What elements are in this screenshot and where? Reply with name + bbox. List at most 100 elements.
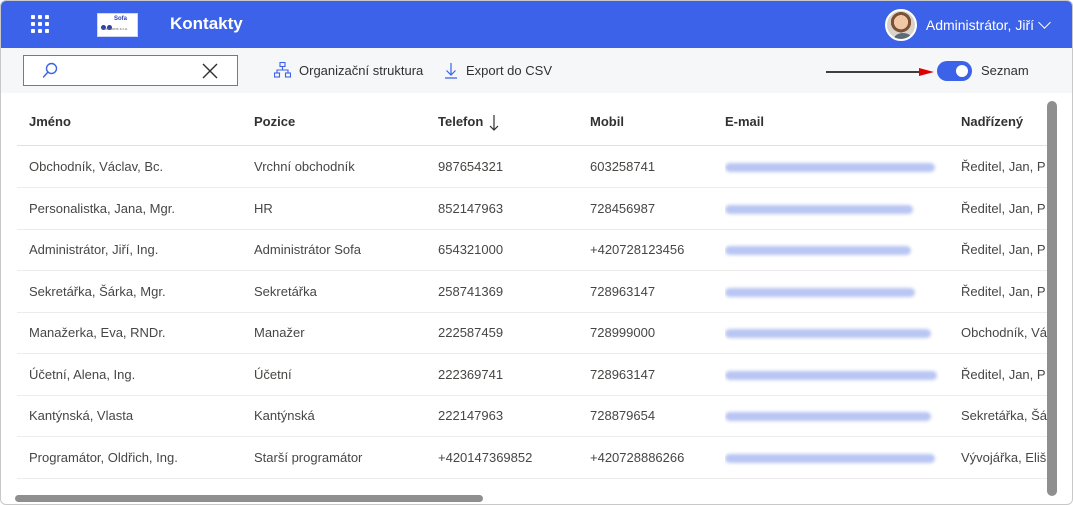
cell-phone: 222147963 <box>438 408 504 423</box>
cell-name: Sekretářka, Šárka, Mgr. <box>29 283 166 299</box>
search-box[interactable] <box>23 55 238 86</box>
horizontal-scrollbar[interactable] <box>15 495 483 502</box>
search-input[interactable] <box>68 60 208 82</box>
cell-manager: Sekretářka, Šá <box>961 408 1047 423</box>
cell-name: Účetní, Alena, Ing. <box>29 366 136 382</box>
column-header-manager[interactable]: Nadřízený <box>961 99 1047 145</box>
app-launcher-icon[interactable] <box>31 15 49 33</box>
cell-position: Manažer <box>254 325 305 340</box>
cell-phone: +420147369852 <box>438 449 533 465</box>
cell-email[interactable] <box>725 146 955 187</box>
cell-phone: 654321000 <box>438 242 504 257</box>
cell-phone: 222587459 <box>438 325 504 340</box>
table-row[interactable]: Administrátor, Jiří, Ing. Administrátor S… <box>17 229 1047 271</box>
email-link-redacted[interactable] <box>725 163 935 173</box>
cell-manager: Vývojářka, Eliš <box>961 449 1047 465</box>
cell-manager: Ředitel, Jan, P <box>961 159 1046 174</box>
table-row[interactable]: Účetní, Alena, Ing. Účetní 222369741 728963… <box>17 354 1047 396</box>
user-name[interactable]: Administrátor, Jiří <box>926 17 1034 33</box>
cell-phone: 258741369 <box>438 283 504 299</box>
user-menu[interactable]: Administrátor, Jiří <box>884 9 1051 41</box>
column-header-email[interactable]: E-mail <box>725 99 955 145</box>
cell-phone: 852147963 <box>438 200 504 216</box>
cell-mobile: 603258741 <box>590 159 656 174</box>
logo-text-top: Sofa <box>114 16 128 22</box>
cell-mobile: 728963147 <box>590 366 656 382</box>
table-header-row: Jméno Pozice Telefon Mobil E-mail Nadříz… <box>17 99 1047 146</box>
app-window: Sofa Solutions s.r.o. Kontakty Administr… <box>0 0 1073 505</box>
email-link-redacted[interactable] <box>725 329 931 339</box>
cell-name: Programátor, Oldřich, Ing. <box>29 449 178 465</box>
sort-descending-icon[interactable] <box>489 114 499 132</box>
email-link-redacted[interactable] <box>725 204 913 214</box>
table-row[interactable]: Sekretářka, Šárka, Mgr. Sekretářka 2587413… <box>17 271 1047 313</box>
email-link-redacted[interactable] <box>725 412 931 422</box>
column-header-mobile[interactable]: Mobil <box>590 99 720 145</box>
table-row[interactable]: Obchodník, Václav, Bc. Vrchní obchodník 98… <box>17 146 1047 188</box>
cell-phone: 987654321 <box>438 159 504 174</box>
table-row[interactable]: Kantýnská, Vlasta Kantýnská 222147963 72887… <box>17 395 1047 437</box>
cell-manager: Ředitel, Jan, P <box>961 242 1046 257</box>
toolbar: Organizační struktura Export do CSV Sezn… <box>1 48 1072 93</box>
column-header-name[interactable]: Jméno <box>29 99 249 145</box>
cell-email[interactable] <box>725 395 955 436</box>
table-row[interactable]: Personalistka, Jana, Mgr. HR 852147963 7284… <box>17 188 1047 230</box>
search-icon <box>42 62 58 78</box>
logo-text-bottom: Solutions s.r.o. <box>102 26 129 31</box>
cell-email[interactable] <box>725 312 955 353</box>
org-chart-icon <box>274 62 291 78</box>
cell-email[interactable] <box>725 229 955 270</box>
cell-mobile: 728879654 <box>590 408 656 423</box>
cell-name: Personalistka, Jana, Mgr. <box>29 200 175 216</box>
cell-email[interactable] <box>725 188 955 229</box>
download-icon <box>445 63 457 79</box>
vertical-scrollbar[interactable] <box>1047 101 1057 496</box>
cell-mobile: 728999000 <box>590 325 656 340</box>
cell-name: Kantýnská, Vlasta <box>29 408 134 423</box>
cell-mobile: 728456987 <box>590 200 656 216</box>
app-title: Kontakty <box>170 14 243 33</box>
cell-email[interactable] <box>725 437 955 478</box>
cell-name: Administrátor, Jiří, Ing. <box>29 242 159 257</box>
cell-mobile: +420728123456 <box>590 242 685 257</box>
cell-position: Sekretářka <box>254 283 317 299</box>
cell-manager: Ředitel, Jan, P <box>961 200 1046 216</box>
org-structure-button[interactable]: Organizační struktura <box>274 62 423 78</box>
cell-email[interactable] <box>725 271 955 312</box>
org-structure-label: Organizační struktura <box>299 62 424 78</box>
cell-position: Starší programátor <box>254 449 363 465</box>
contacts-table: Jméno Pozice Telefon Mobil E-mail Nadříz… <box>17 99 1047 496</box>
company-logo[interactable]: Sofa Solutions s.r.o. <box>97 13 138 37</box>
export-csv-label: Export do CSV <box>466 63 552 78</box>
table-row[interactable]: Programátor, Oldřich, Ing. Starší program… <box>17 437 1047 479</box>
export-csv-button[interactable]: Export do CSV <box>444 62 552 79</box>
list-view-toggle[interactable] <box>937 61 972 81</box>
close-icon[interactable] <box>202 63 218 79</box>
cell-position: Kantýnská <box>254 408 315 423</box>
column-header-position[interactable]: Pozice <box>254 99 434 145</box>
email-link-redacted[interactable] <box>725 287 915 297</box>
toggle-knob <box>956 65 968 77</box>
column-header-phone-label: Telefon <box>438 114 484 129</box>
cell-position: Vrchní obchodník <box>254 159 355 174</box>
cell-manager: Ředitel, Jan, P <box>961 283 1046 299</box>
cell-email[interactable] <box>725 354 955 395</box>
email-link-redacted[interactable] <box>725 453 935 463</box>
cell-phone: 222369741 <box>438 366 504 382</box>
cell-mobile: +420728886266 <box>590 449 685 465</box>
column-header-phone[interactable]: Telefon <box>438 99 586 145</box>
cell-position: Administrátor Sofa <box>254 242 361 257</box>
top-bar: Sofa Solutions s.r.o. Kontakty Administr… <box>1 1 1072 48</box>
avatar[interactable] <box>884 9 917 41</box>
cell-manager: Ředitel, Jan, P <box>961 366 1046 382</box>
cell-name: Obchodník, Václav, Bc. <box>29 159 164 174</box>
cell-position: HR <box>254 200 273 216</box>
cell-name: Manažerka, Eva, RNDr. <box>29 325 166 340</box>
toggle-label: Seznam <box>981 63 1029 78</box>
cell-mobile: 728963147 <box>590 283 656 299</box>
email-link-redacted[interactable] <box>725 370 937 380</box>
table-row[interactable]: Manažerka, Eva, RNDr. Manažer 222587459 728… <box>17 312 1047 354</box>
chevron-down-icon[interactable] <box>1038 16 1051 29</box>
email-link-redacted[interactable] <box>725 246 911 256</box>
cell-position: Účetní <box>254 366 292 382</box>
